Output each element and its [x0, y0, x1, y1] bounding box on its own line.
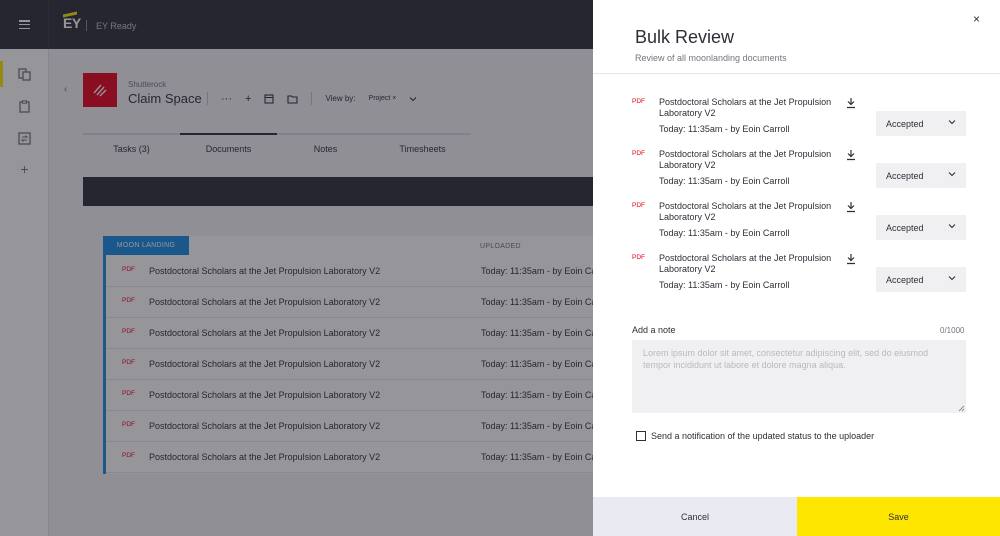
document-name[interactable]: Postdoctoral Scholars at the Jet Propuls…: [659, 149, 844, 171]
document-name[interactable]: Postdoctoral Scholars at the Jet Propuls…: [659, 97, 844, 119]
pdf-icon: PDF: [632, 150, 645, 157]
review-item: PDF Postdoctoral Scholars at the Jet Pro…: [632, 149, 966, 197]
document-name[interactable]: Postdoctoral Scholars at the Jet Propuls…: [659, 201, 844, 223]
chevron-down-icon: [948, 120, 956, 125]
review-item: PDF Postdoctoral Scholars at the Jet Pro…: [632, 253, 966, 301]
cancel-button[interactable]: Cancel: [593, 497, 797, 536]
status-value: Accepted: [886, 275, 924, 285]
drawer-title: Bulk Review: [635, 27, 735, 47]
note-textarea[interactable]: [632, 340, 966, 413]
status-value: Accepted: [886, 223, 924, 233]
close-icon[interactable]: ×: [973, 12, 980, 26]
upload-meta: Today: 11:35am - by Eoin Carroll: [659, 280, 790, 290]
pdf-icon: PDF: [632, 202, 645, 209]
chevron-down-icon: [948, 276, 956, 281]
note-char-count: 0/1000: [940, 326, 965, 335]
notify-label[interactable]: Send a notification of the updated statu…: [651, 431, 874, 441]
download-icon[interactable]: [844, 97, 858, 109]
status-select[interactable]: Accepted: [876, 163, 966, 188]
save-button[interactable]: Save: [797, 497, 1000, 536]
upload-meta: Today: 11:35am - by Eoin Carroll: [659, 176, 790, 186]
resize-handle-icon[interactable]: [957, 404, 965, 412]
download-icon[interactable]: [844, 149, 858, 161]
status-select[interactable]: Accepted: [876, 111, 966, 136]
pdf-icon: PDF: [632, 254, 645, 261]
status-select[interactable]: Accepted: [876, 267, 966, 292]
upload-meta: Today: 11:35am - by Eoin Carroll: [659, 228, 790, 238]
pdf-icon: PDF: [632, 98, 645, 105]
chevron-down-icon: [948, 224, 956, 229]
review-item: PDF Postdoctoral Scholars at the Jet Pro…: [632, 97, 966, 145]
download-icon[interactable]: [844, 201, 858, 213]
download-icon[interactable]: [844, 253, 858, 265]
review-item: PDF Postdoctoral Scholars at the Jet Pro…: [632, 201, 966, 249]
status-select[interactable]: Accepted: [876, 215, 966, 240]
upload-meta: Today: 11:35am - by Eoin Carroll: [659, 124, 790, 134]
divider: [593, 73, 1000, 74]
status-value: Accepted: [886, 119, 924, 129]
modal-backdrop[interactable]: [0, 0, 593, 536]
chevron-down-icon: [948, 172, 956, 177]
note-label: Add a note: [632, 325, 676, 335]
document-name[interactable]: Postdoctoral Scholars at the Jet Propuls…: [659, 253, 844, 275]
notify-checkbox[interactable]: [636, 431, 646, 441]
status-value: Accepted: [886, 171, 924, 181]
drawer-subtitle: Review of all moonlanding documents: [635, 53, 787, 63]
